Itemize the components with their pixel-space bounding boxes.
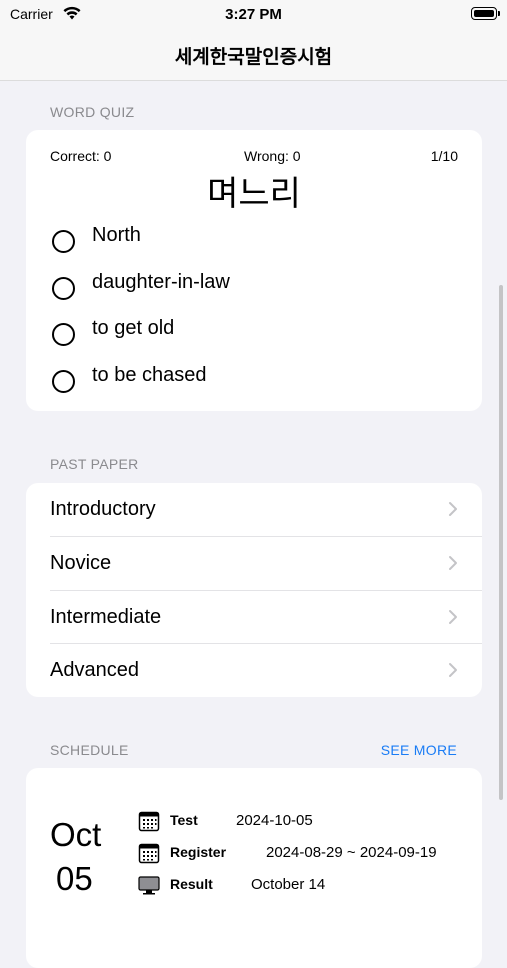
schedule-value: 2024-10-05: [236, 812, 313, 829]
quiz-option-label: North: [92, 224, 141, 246]
schedule-item-test: Test 2024-10-05: [138, 810, 478, 834]
schedule-value: 2024-08-29 ~ 2024-09-19: [266, 844, 437, 861]
past-paper-item-intermediate[interactable]: Intermediate: [26, 591, 482, 644]
quiz-option-4[interactable]: to be chased: [52, 364, 452, 398]
monitor-icon: [138, 876, 160, 895]
wrong-count: Wrong: 0: [244, 148, 301, 164]
quiz-progress: 1/10: [430, 148, 458, 164]
past-paper-item-novice[interactable]: Novice: [26, 537, 482, 590]
battery-icon: [471, 7, 500, 20]
schedule-header: SCHEDULE: [50, 742, 129, 758]
schedule-label: Test: [170, 812, 198, 828]
quiz-option-1[interactable]: North: [52, 224, 452, 258]
schedule-item-result: Result October 14: [138, 874, 478, 898]
past-paper-list: Introductory Novice Intermediate Advance…: [26, 483, 482, 697]
schedule-value: October 14: [251, 876, 326, 893]
past-paper-item-advanced[interactable]: Advanced: [26, 644, 482, 697]
navigation-bar: 세계한국말인증시험: [0, 28, 507, 81]
quiz-option-3[interactable]: to get old: [52, 317, 452, 351]
chevron-right-icon: [449, 502, 457, 516]
see-more-link[interactable]: SEE MORE: [381, 742, 457, 758]
quiz-option-label: to get old: [92, 317, 175, 339]
schedule-item-register: Register 2024-08-29 ~ 2024-09-19: [138, 842, 478, 866]
page-title: 세계한국말인증시험: [174, 47, 333, 68]
calendar-icon: [138, 843, 160, 864]
list-item-label: Introductory: [50, 498, 156, 520]
past-paper-item-introductory[interactable]: Introductory: [26, 483, 482, 536]
past-paper-header: PAST PAPER: [50, 456, 139, 472]
word-quiz-card: Correct: 0 Wrong: 0 1/10 며느리 North daugh…: [26, 130, 482, 411]
quiz-option-label: to be chased: [92, 364, 207, 386]
status-bar: Carrier 3:27 PM: [0, 0, 507, 28]
chevron-right-icon: [449, 610, 457, 624]
list-item-label: Advanced: [50, 659, 139, 681]
radio-button-icon[interactable]: [52, 230, 75, 253]
list-item-label: Novice: [50, 552, 112, 574]
schedule-month: Oct: [50, 816, 102, 853]
quiz-option-2[interactable]: daughter-in-law: [52, 271, 452, 305]
quiz-word: 며느리: [207, 174, 301, 214]
radio-button-icon[interactable]: [52, 323, 75, 346]
list-item-label: Intermediate: [50, 606, 162, 628]
schedule-label: Result: [170, 876, 213, 892]
calendar-icon: [138, 811, 160, 832]
chevron-right-icon: [449, 556, 457, 570]
chevron-right-icon: [449, 663, 457, 677]
correct-count: Correct: 0: [50, 148, 112, 164]
schedule-day: 05: [56, 860, 93, 897]
status-time: 3:27 PM: [225, 6, 282, 23]
schedule-card: Oct 05 Test 2024-10-05 Register 2024-08-…: [26, 768, 482, 968]
schedule-label: Register: [170, 844, 227, 860]
scrollbar[interactable]: [499, 285, 503, 800]
radio-button-icon[interactable]: [52, 370, 75, 393]
word-quiz-header: WORD QUIZ: [50, 104, 135, 120]
quiz-option-label: daughter-in-law: [92, 271, 230, 293]
radio-button-icon[interactable]: [52, 277, 75, 300]
